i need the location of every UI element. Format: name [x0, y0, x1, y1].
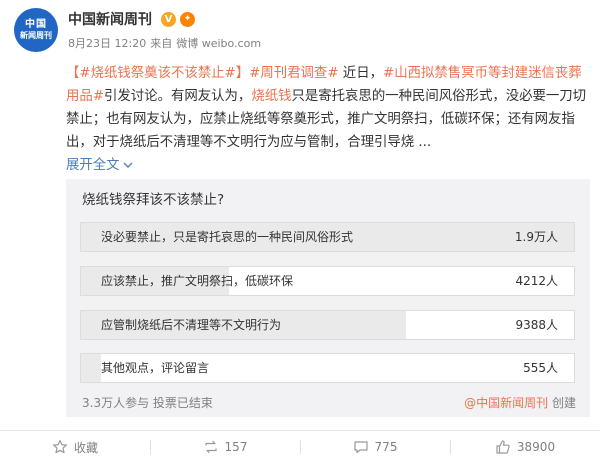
poll-title: 烧纸钱祭拜该不该禁止?: [82, 192, 225, 208]
poll-option-count: 1.9万人: [514, 230, 558, 244]
poll-option-label: 没必要禁止，只是寄托哀思的一种民间风俗形式: [101, 230, 354, 244]
poll-option[interactable]: 应该禁止，推广文明祭扫，低碳环保 4212人: [80, 266, 575, 296]
poll-creator-info: @中国新闻周刊 创建: [464, 395, 576, 411]
poll-option-bar: [81, 354, 101, 382]
star-icon: [52, 439, 67, 454]
comment-count: 775: [374, 440, 398, 454]
poll-option-count: 9388人: [515, 318, 558, 332]
expand-label: 展开全文: [66, 158, 120, 173]
topic-link-1[interactable]: 【#烧纸钱祭奠该不该禁止#】: [66, 66, 249, 81]
verified-icon: V: [161, 12, 176, 27]
source-from: 来自: [150, 37, 173, 50]
avatar[interactable]: 中国 新闻周刊: [14, 8, 58, 52]
post-header: 中国 新闻周刊 中国新闻周刊 V ✦ 8月23日 12:20 来自 微博 weibo…: [14, 8, 586, 56]
favorite-label: 收藏: [73, 440, 98, 455]
comment-icon: [353, 441, 368, 454]
comment-button[interactable]: 775: [300, 431, 450, 463]
repost-icon: [204, 440, 217, 454]
keyword-link[interactable]: 烧纸钱: [251, 89, 291, 104]
poll-option[interactable]: 应管制烧纸后不清理等不文明行为 9388人: [80, 310, 575, 340]
post-text-segment-1: 近日，: [338, 66, 383, 81]
poll-option[interactable]: 其他观点，评论留言 555人: [80, 353, 575, 383]
post-meta: 8月23日 12:20 来自 微博 weibo.com: [68, 36, 265, 52]
poll-option-label: 其他观点，评论留言: [101, 361, 210, 375]
avatar-text-line2: 新闻周刊: [20, 31, 52, 40]
action-bar: 收藏 157 775 38900: [0, 430, 600, 463]
repost-count: 157: [224, 440, 248, 454]
poll-option-count: 555人: [523, 361, 558, 375]
favorite-button[interactable]: 收藏: [0, 431, 150, 463]
expand-full-text-link[interactable]: 展开全文: [66, 158, 133, 173]
vip-icon: ✦: [180, 12, 195, 27]
poll-created-label: 创建: [551, 396, 576, 410]
poll-option-label: 应该禁止，推广文明祭扫，低碳环保: [101, 274, 294, 288]
chevron-down-icon: [123, 162, 133, 168]
poll-participants: 3.3万人参与 投票已结束: [82, 396, 213, 410]
poll-card: 烧纸钱祭拜该不该禁止? 没必要禁止，只是寄托哀思的一种民间风俗形式 1.9万人 …: [66, 179, 590, 417]
post-text: 【#烧纸钱祭奠该不该禁止#】#周刊君调查# 近日，#山西拟禁售冥币等封建迷信丧葬…: [66, 62, 590, 177]
avatar-text-line1: 中国: [25, 19, 47, 30]
repost-button[interactable]: 157: [150, 431, 300, 463]
account-name[interactable]: 中国新闻周刊: [68, 10, 152, 30]
post-source[interactable]: 微博 weibo.com: [176, 37, 261, 50]
thumbs-up-icon: [496, 440, 510, 454]
like-count: 38900: [516, 440, 556, 454]
like-button[interactable]: 38900: [450, 431, 600, 463]
post-time[interactable]: 8月23日 12:20: [68, 37, 146, 50]
topic-link-2[interactable]: #周刊君调查#: [249, 66, 338, 81]
post-text-segment-2: 引发讨论。有网友认为，: [104, 89, 252, 104]
poll-option-label: 应管制烧纸后不清理等不文明行为: [101, 318, 282, 332]
poll-creator-link[interactable]: @中国新闻周刊: [464, 396, 548, 410]
poll-option-count: 4212人: [515, 274, 558, 288]
poll-option[interactable]: 没必要禁止，只是寄托哀思的一种民间风俗形式 1.9万人: [80, 222, 575, 252]
